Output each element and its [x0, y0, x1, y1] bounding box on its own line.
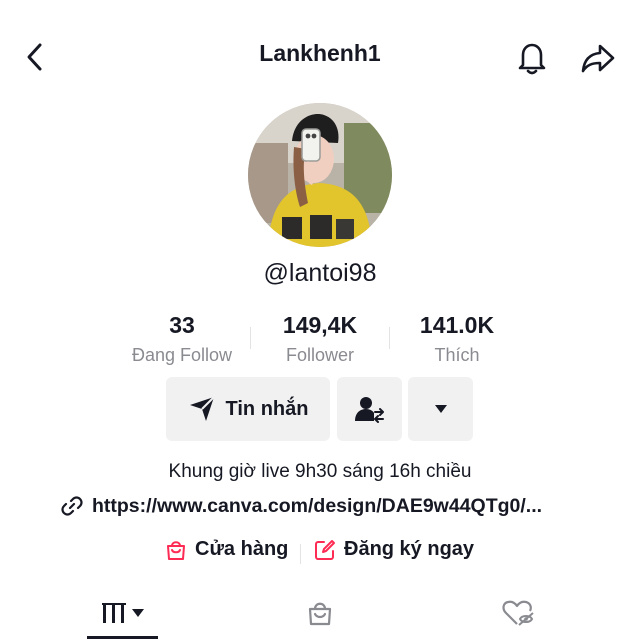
tab-liked[interactable]: [498, 595, 538, 631]
shop-bag-icon: [167, 540, 185, 560]
shop-divider: [300, 544, 301, 564]
stat-followers-label: Follower: [285, 345, 355, 365]
stat-likes-label: Thích: [434, 345, 480, 365]
bio-link-text: https://www.canva.com/design/DAE9w44QTg0…: [92, 494, 543, 517]
notification-button[interactable]: [512, 38, 552, 78]
stat-likes-value: 141.0K: [419, 312, 495, 338]
add-friend-button[interactable]: [337, 377, 402, 441]
stat-following-label: Đang Follow: [131, 345, 233, 365]
username: @lantoi98: [263, 259, 377, 287]
signup-link[interactable]: Đăng ký ngay: [314, 538, 474, 561]
stat-following[interactable]: 33 Đang Follow: [112, 312, 252, 366]
caret-down-icon: [434, 405, 447, 413]
signup-link-label: Đăng ký ngay: [344, 538, 475, 560]
tab-shop[interactable]: [300, 595, 340, 631]
avatar-image: [248, 103, 392, 247]
send-icon: [189, 396, 215, 421]
liked-hidden-icon: [502, 600, 534, 626]
stat-followers-value: 149,4K: [282, 312, 358, 338]
stat-followers[interactable]: 149,4K Follower: [250, 312, 390, 366]
link-icon: [61, 496, 83, 516]
stat-likes[interactable]: 141.0K Thích: [387, 312, 527, 366]
bio-text: Khung giờ live 9h30 sáng 16h chiều: [168, 461, 472, 482]
shop-bag-icon: [308, 602, 332, 626]
shop-link-label: Cửa hàng: [195, 538, 289, 560]
message-button[interactable]: Tin nhắn: [166, 377, 330, 441]
more-dropdown-button[interactable]: [408, 377, 473, 441]
shop-link[interactable]: Cửa hàng: [165, 538, 288, 561]
caret-down-icon: [131, 609, 144, 617]
tab-videos[interactable]: [87, 595, 158, 631]
bell-icon: [518, 43, 546, 75]
add-friend-icon: [354, 397, 384, 423]
grid-icon: [101, 603, 126, 623]
share-button[interactable]: [578, 38, 618, 78]
bio-link[interactable]: https://www.canva.com/design/DAE9w44QTg0…: [60, 494, 590, 518]
share-icon: [581, 44, 615, 73]
edit-icon: [315, 539, 335, 560]
avatar[interactable]: [248, 103, 392, 247]
message-button-label: Tin nhắn: [225, 397, 309, 420]
active-tab-indicator: [87, 636, 158, 639]
stat-following-value: 33: [169, 312, 195, 338]
